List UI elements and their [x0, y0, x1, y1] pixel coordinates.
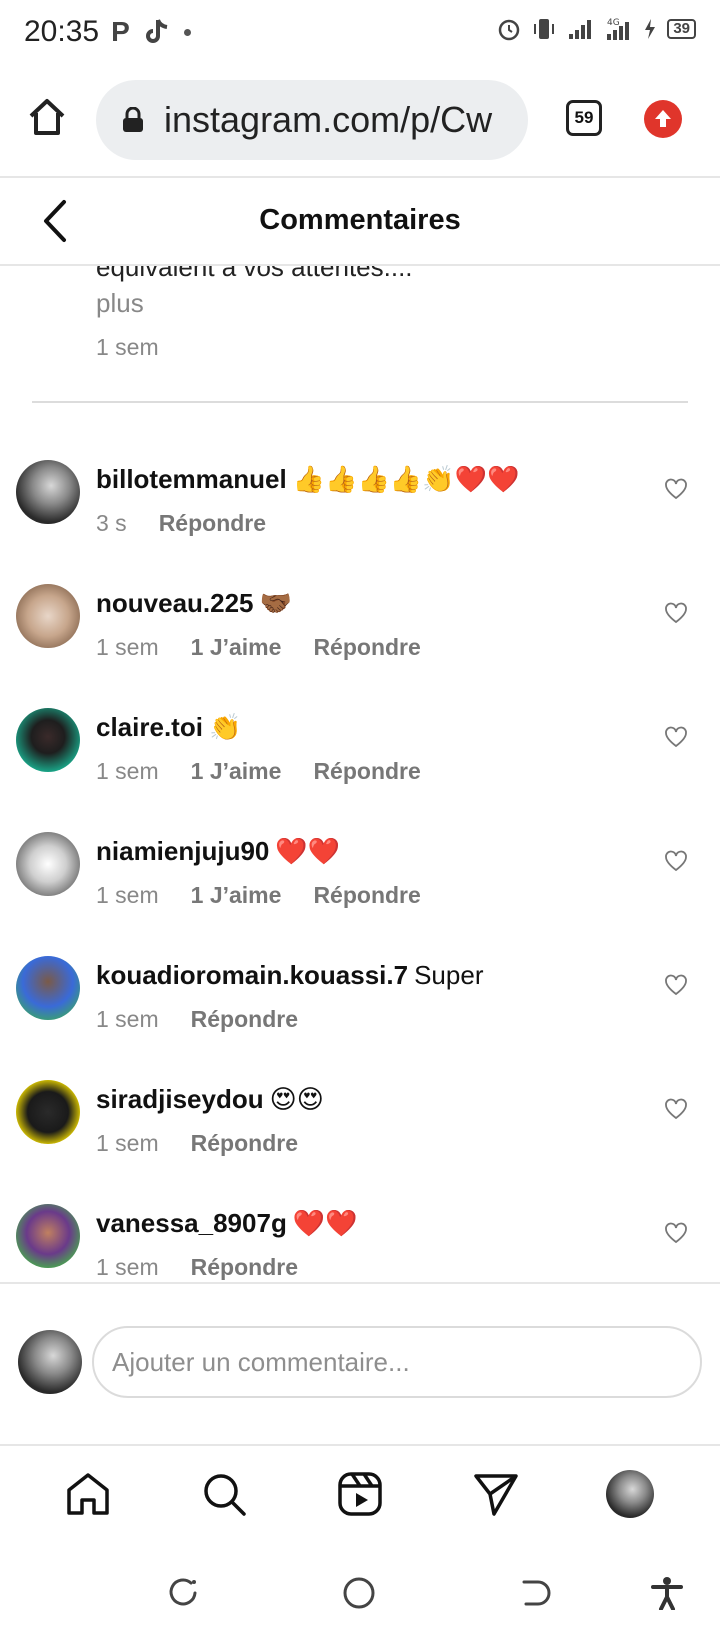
battery-indicator: 39	[667, 19, 696, 39]
comment-username[interactable]: niamienjuju90	[96, 836, 269, 866]
current-user-avatar	[18, 1330, 82, 1394]
likes-count[interactable]: 1 J’aime	[191, 882, 282, 909]
comment-text: 🤝🏾	[259, 588, 292, 618]
alarm-icon	[499, 19, 520, 41]
comment-input[interactable]	[92, 1326, 702, 1398]
comment-username[interactable]: nouveau.225	[96, 588, 254, 618]
avatar[interactable]	[16, 584, 80, 648]
url-text: instagram.com/p/Cw	[164, 99, 493, 140]
arrow-up-icon	[655, 110, 671, 127]
comment-item: nouveau.225 🤝🏾 1 sem 1 J’aime Répondre	[0, 564, 720, 688]
status-bar: 20:35 P 4G 39	[0, 0, 720, 64]
avatar[interactable]	[16, 956, 80, 1020]
avatar[interactable]	[16, 832, 80, 896]
comment-text: 😍😍	[269, 1084, 324, 1114]
comment-time: 1 sem	[96, 634, 159, 660]
lock-icon	[123, 107, 143, 132]
avatar[interactable]	[16, 1204, 80, 1268]
avatar[interactable]	[16, 708, 80, 772]
comment-time: 3 s	[96, 510, 127, 536]
caption-more-link[interactable]: plus	[96, 288, 144, 319]
browser-home-icon[interactable]	[26, 96, 68, 138]
system-navigation	[0, 1546, 720, 1640]
comment-item: kouadioromain.kouassi.7 Super 1 sem Répon…	[0, 936, 720, 1060]
tab-switcher-button[interactable]: 59	[566, 100, 602, 136]
comment-time: 1 sem	[96, 1130, 159, 1156]
comment-item: vanessa_8907g ❤️❤️ 1 sem Répondre	[0, 1184, 720, 1282]
back-icon[interactable]	[518, 1576, 552, 1610]
divider	[0, 264, 720, 266]
comment-username[interactable]: kouadioromain.kouassi.7	[96, 960, 408, 990]
direct-icon[interactable]	[472, 1470, 520, 1518]
home-icon[interactable]	[64, 1470, 112, 1518]
reply-button[interactable]: Répondre	[191, 1006, 298, 1033]
reply-button[interactable]: Répondre	[313, 758, 420, 785]
comment-username[interactable]: vanessa_8907g	[96, 1208, 287, 1238]
comment-text: 👏	[208, 712, 242, 742]
notification-dot-icon	[183, 28, 191, 36]
comments-header: Commentaires	[0, 178, 720, 264]
bottom-navigation	[0, 1446, 720, 1544]
heart-icon[interactable]	[664, 974, 688, 996]
signal-icon	[569, 20, 592, 39]
svg-text:4G: 4G	[607, 18, 620, 28]
reels-icon[interactable]	[336, 1470, 384, 1518]
p-icon: P	[111, 16, 130, 47]
comment-text: ❤️❤️	[292, 1208, 358, 1238]
url-bar[interactable]: instagram.com/p/Cw	[96, 80, 528, 160]
likes-count[interactable]: 1 J’aime	[191, 758, 282, 785]
likes-count[interactable]: 1 J’aime	[191, 634, 282, 661]
home-circle-icon[interactable]	[342, 1576, 376, 1610]
tiktok-icon	[145, 19, 168, 43]
comment-text: ❤️❤️	[275, 836, 341, 866]
reply-button[interactable]: Répondre	[313, 882, 420, 909]
comment-username[interactable]: billotemmanuel	[96, 464, 287, 494]
avatar[interactable]	[16, 1080, 80, 1144]
comment-time: 1 sem	[96, 1254, 159, 1280]
comment-item: billotemmanuel 👍👍👍👍👏❤️❤️ 3 s Répondre	[0, 440, 720, 564]
heart-icon[interactable]	[664, 1098, 688, 1120]
heart-icon[interactable]	[664, 478, 688, 500]
update-button[interactable]	[644, 100, 682, 138]
avatar[interactable]	[16, 460, 80, 524]
charging-icon	[645, 19, 656, 39]
search-icon[interactable]	[200, 1470, 248, 1518]
profile-avatar[interactable]	[606, 1470, 654, 1518]
heart-icon[interactable]	[664, 602, 688, 624]
heart-icon[interactable]	[664, 1222, 688, 1244]
comment-item: siradjiseydou 😍😍 1 sem Répondre	[0, 1060, 720, 1184]
accessibility-icon[interactable]	[650, 1576, 684, 1610]
heart-icon[interactable]	[664, 850, 688, 872]
comment-username[interactable]: siradjiseydou	[96, 1084, 264, 1114]
comment-username[interactable]: claire.toi	[96, 712, 203, 742]
recents-icon[interactable]	[166, 1576, 200, 1610]
status-time: 20:35	[24, 15, 100, 48]
comment-text: 👍👍👍👍👏❤️❤️	[292, 464, 520, 494]
page-title: Commentaires	[259, 204, 461, 236]
comment-time: 1 sem	[96, 882, 159, 908]
comment-time: 1 sem	[96, 1006, 159, 1032]
reply-button[interactable]: Répondre	[313, 634, 420, 661]
comment-item: niamienjuju90 ❤️❤️ 1 sem 1 J’aime Répondr…	[0, 812, 720, 936]
comment-item: claire.toi 👏 1 sem 1 J’aime Répondre	[0, 688, 720, 812]
caption-divider	[32, 401, 688, 403]
comment-time: 1 sem	[96, 758, 159, 784]
caption-time: 1 sem	[96, 334, 159, 360]
add-comment-bar	[0, 1284, 720, 1444]
reply-button[interactable]: Répondre	[159, 510, 266, 537]
comments-list[interactable]: billotemmanuel 👍👍👍👍👏❤️❤️ 3 s Répondre nou…	[0, 440, 720, 1282]
reply-button[interactable]: Répondre	[191, 1130, 298, 1157]
vibrate-icon	[534, 19, 555, 39]
heart-icon[interactable]	[664, 726, 688, 748]
4g-signal-icon: 4G	[607, 18, 630, 40]
comment-text: Super	[414, 960, 484, 990]
reply-button[interactable]: Répondre	[191, 1254, 298, 1281]
browser-toolbar: instagram.com/p/Cw 59	[0, 72, 720, 176]
